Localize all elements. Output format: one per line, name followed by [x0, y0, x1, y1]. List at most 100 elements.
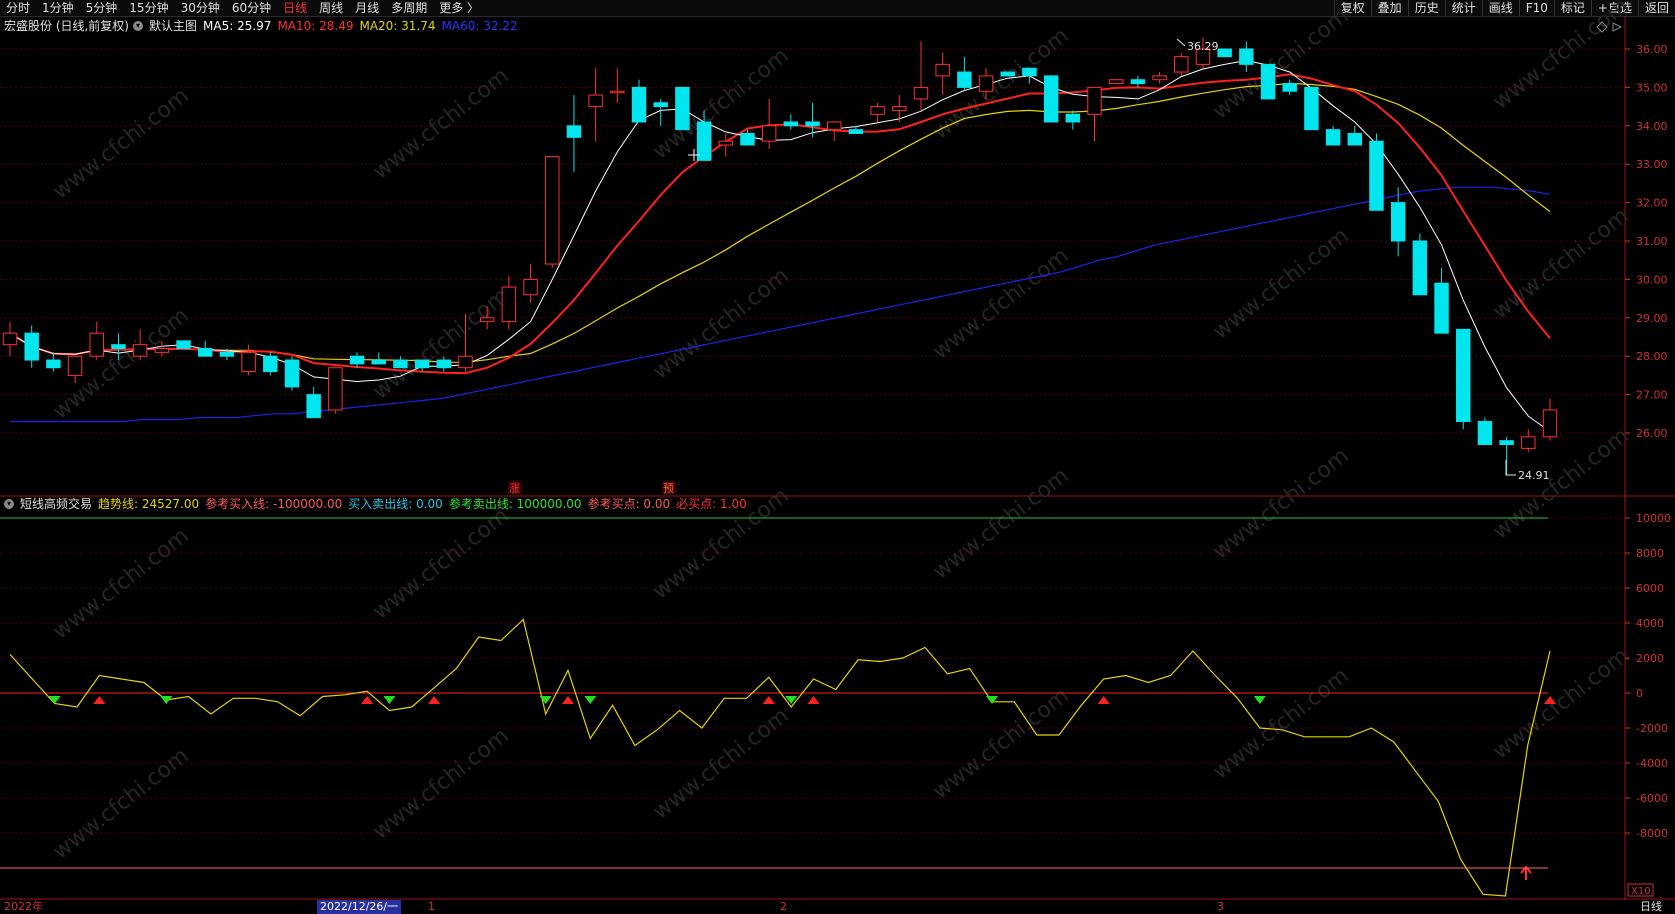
candle: [588, 68, 603, 142]
candle: [349, 352, 365, 368]
price-tick: 27.00: [1636, 389, 1668, 402]
period-label[interactable]: 日线: [1640, 900, 1662, 914]
candle: [501, 275, 517, 330]
price-tick: 32.00: [1636, 197, 1668, 210]
candle: [1282, 79, 1297, 96]
candle: [523, 264, 538, 303]
ma10-line: [9, 73, 1551, 375]
candle: [284, 356, 300, 391]
candle: [870, 102, 885, 122]
candle: [24, 325, 39, 368]
watermark-text: www.cfchi.com: [928, 463, 1073, 584]
sell-signal-marker: [785, 696, 798, 704]
buy-signal-marker: [93, 696, 106, 704]
price-tick: 33.00: [1636, 158, 1668, 171]
candle: [1130, 75, 1146, 88]
candle: [1174, 52, 1189, 76]
zhang-marker: 涨: [509, 482, 520, 495]
watermark-text: www.cfchi.com: [1208, 3, 1353, 124]
candle: [1390, 187, 1406, 257]
year-label: 2022年: [4, 900, 43, 913]
candle: [328, 367, 343, 414]
candle: [545, 156, 560, 268]
scale-badge: X10: [1631, 886, 1651, 897]
candle: [631, 79, 647, 123]
ma60-line: [10, 186, 1551, 423]
price-tick: 31.00: [1636, 235, 1668, 248]
low-price-label: 24.91: [1518, 469, 1550, 482]
buy-signal-marker: [561, 696, 574, 704]
candle: [1369, 133, 1384, 211]
stock-chart[interactable]: www.cfchi.com www.cfchi.com www.cfchi.com w…: [0, 0, 1675, 914]
watermark-text: www.cfchi.com: [928, 243, 1073, 364]
candle: [1260, 63, 1276, 100]
candle: [371, 352, 386, 365]
month-label-2: 2: [780, 900, 787, 913]
watermark-text: www.cfchi.com: [1488, 0, 1633, 115]
candle: [1325, 125, 1341, 146]
indicator-tick: 6000: [1636, 582, 1664, 595]
watermark-text: www.cfchi.com: [1208, 443, 1353, 564]
candle: [46, 352, 61, 372]
month-label-1: 1: [428, 900, 435, 913]
candle: [761, 98, 777, 149]
trend-line: [9, 618, 1551, 897]
watermark-text: www.cfchi.com: [648, 483, 793, 604]
selected-date[interactable]: 2022/12/26/一: [317, 900, 402, 914]
watermark-text: www.cfchi.com: [1208, 223, 1353, 344]
indicator-tick: -2000: [1636, 722, 1668, 735]
watermark-text: www.cfchi.com: [368, 283, 513, 404]
indicator-tick: 2000: [1636, 652, 1664, 665]
candle: [1087, 86, 1102, 142]
candle: [1542, 398, 1558, 441]
sell-signal-marker: [383, 696, 396, 704]
buy-signal-marker: [807, 696, 820, 704]
candle: [1412, 233, 1428, 296]
high-price-label: 36.29: [1187, 40, 1219, 53]
sell-signal-marker: [584, 696, 597, 704]
candle: [1477, 417, 1493, 446]
watermark-text: www.cfchi.com: [1488, 203, 1633, 324]
watermark-text: www.cfchi.com: [648, 43, 793, 164]
price-tick: 29.00: [1636, 312, 1668, 325]
candle: [957, 56, 972, 92]
indicator-tick: 4000: [1636, 617, 1664, 630]
candle: [1152, 72, 1167, 84]
candle: [783, 114, 799, 130]
price-tick: 35.00: [1636, 81, 1668, 94]
candle: [1456, 328, 1471, 430]
candle: [306, 386, 321, 419]
indicator-tick: 8000: [1636, 547, 1664, 560]
candle: [89, 321, 104, 361]
sell-signal-marker: [1253, 696, 1266, 704]
buy-signal-marker: [1097, 696, 1110, 704]
watermark-text: www.cfchi.com: [1208, 663, 1353, 784]
candle: [263, 352, 278, 376]
must-buy-arrow: [1520, 865, 1532, 880]
candle: [241, 344, 256, 376]
yu-marker: 预: [663, 482, 674, 495]
candle: [1347, 125, 1363, 146]
sell-signal-marker: [986, 696, 999, 704]
candle: [1065, 110, 1081, 130]
low-price-pointer: [1505, 460, 1516, 476]
candle: [197, 340, 213, 357]
sell-signal-marker: [48, 696, 61, 704]
indicator-tick: -6000: [1636, 792, 1668, 805]
watermark-text: www.cfchi.com: [48, 743, 193, 864]
candle: [1108, 79, 1124, 85]
watermark-text: www.cfchi.com: [368, 503, 513, 624]
candle: [176, 340, 191, 350]
sell-signal-marker: [539, 696, 552, 704]
candle: [913, 41, 929, 111]
price-tick: 26.00: [1636, 427, 1668, 440]
price-tick: 28.00: [1636, 350, 1668, 363]
watermark-text: www.cfchi.com: [48, 523, 193, 644]
month-label-3: 3: [1217, 900, 1224, 913]
candle: [1217, 48, 1232, 58]
candle: [1043, 75, 1059, 123]
high-price-pointer: [1176, 38, 1186, 47]
watermark-text: www.cfchi.com: [648, 263, 793, 384]
indicator-tick: -8000: [1636, 827, 1668, 840]
buy-signal-marker: [361, 696, 374, 704]
